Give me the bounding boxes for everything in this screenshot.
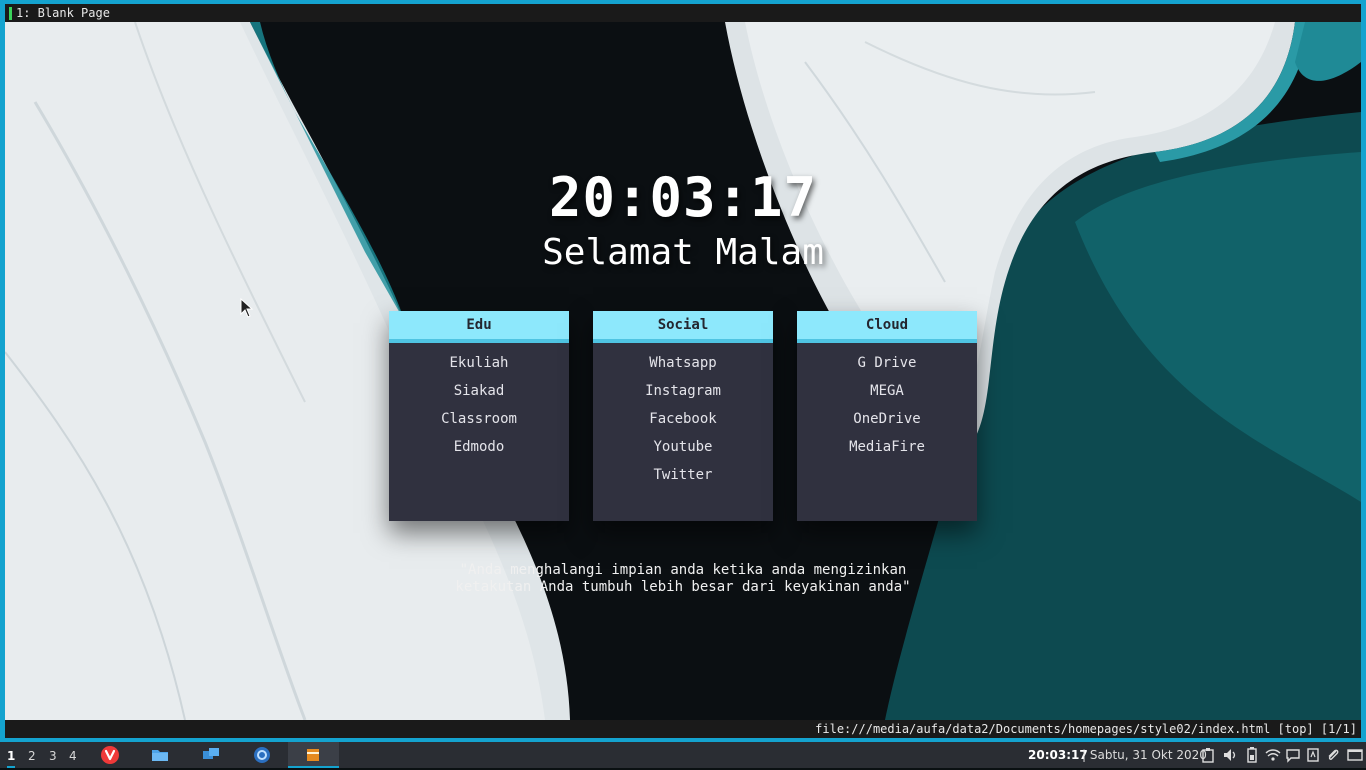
browser-window-frame: 1: Blank Page 20:03:17 Selamat Malam Edu… xyxy=(0,0,1366,742)
attachment-icon[interactable] xyxy=(1325,747,1341,763)
media-player-icon[interactable] xyxy=(303,745,323,765)
card-edu: Edu Ekuliah Siakad Classroom Edmodo xyxy=(389,311,569,521)
link-siakad[interactable]: Siakad xyxy=(389,377,569,405)
system-settings-icon[interactable] xyxy=(252,745,272,765)
taskbar-clock[interactable]: 20:03:17 xyxy=(1028,742,1088,768)
taskbar: 1 2 3 4 20:03:17 | Sabtu, 31 Okt 2020 xyxy=(0,742,1366,768)
card-edu-links: Ekuliah Siakad Classroom Edmodo xyxy=(389,343,569,461)
quote-line-2: ketakutan Anda tumbuh lebih besar dari k… xyxy=(455,579,911,595)
tab-bar: 1: Blank Page xyxy=(5,4,1361,22)
workspace-1[interactable]: 1 xyxy=(7,742,16,768)
workspace-2[interactable]: 2 xyxy=(28,742,36,768)
status-bar: file:///media/aufa/data2/Documents/homep… xyxy=(5,720,1361,738)
wifi-icon[interactable] xyxy=(1265,747,1281,763)
link-instagram[interactable]: Instagram xyxy=(593,377,773,405)
link-youtube[interactable]: Youtube xyxy=(593,433,773,461)
quote-line-1: "Anda menghalangi impian anda ketika and… xyxy=(459,562,907,578)
greeting: Selamat Malam xyxy=(542,232,824,273)
taskbar-date[interactable]: | Sabtu, 31 Okt 2020 xyxy=(1082,742,1207,768)
link-ekuliah[interactable]: Ekuliah xyxy=(389,349,569,377)
show-desktop-icon[interactable] xyxy=(1347,747,1363,763)
link-facebook[interactable]: Facebook xyxy=(593,405,773,433)
card-cloud-links: G Drive MEGA OneDrive MediaFire xyxy=(797,343,977,461)
page-viewport: 20:03:17 Selamat Malam Edu Ekuliah Siaka… xyxy=(5,22,1361,720)
volume-icon[interactable] xyxy=(1222,747,1238,763)
card-social-links: Whatsapp Instagram Facebook Youtube Twit… xyxy=(593,343,773,489)
workspace-4[interactable]: 4 xyxy=(69,742,77,768)
card-edu-title: Edu xyxy=(389,311,569,343)
quote: "Anda menghalangi impian anda ketika and… xyxy=(5,562,1361,596)
link-mediafire[interactable]: MediaFire xyxy=(797,433,977,461)
remote-desktop-icon[interactable] xyxy=(201,745,221,765)
card-cloud: Cloud G Drive MEGA OneDrive MediaFire xyxy=(797,311,977,521)
card-social-title: Social xyxy=(593,311,773,343)
workspace-3[interactable]: 3 xyxy=(49,742,57,768)
tab-title[interactable]: 1: Blank Page xyxy=(16,4,110,22)
vivaldi-icon[interactable] xyxy=(100,745,120,765)
link-g-drive[interactable]: G Drive xyxy=(797,349,977,377)
keyboard-layout-icon[interactable] xyxy=(1305,747,1321,763)
link-edmodo[interactable]: Edmodo xyxy=(389,433,569,461)
clipboard-icon[interactable] xyxy=(1200,747,1216,763)
card-social: Social Whatsapp Instagram Facebook Youtu… xyxy=(593,311,773,521)
link-mega[interactable]: MEGA xyxy=(797,377,977,405)
link-whatsapp[interactable]: Whatsapp xyxy=(593,349,773,377)
link-classroom[interactable]: Classroom xyxy=(389,405,569,433)
file-manager-icon[interactable] xyxy=(150,745,170,765)
link-twitter[interactable]: Twitter xyxy=(593,461,773,489)
clock: 20:03:17 xyxy=(548,166,818,229)
tab-indicator xyxy=(9,7,12,20)
mouse-cursor-icon xyxy=(240,298,254,318)
status-url: file:///media/aufa/data2/Documents/homep… xyxy=(815,722,1357,736)
battery-icon[interactable] xyxy=(1244,747,1260,763)
chat-icon[interactable] xyxy=(1285,747,1301,763)
link-onedrive[interactable]: OneDrive xyxy=(797,405,977,433)
card-cloud-title: Cloud xyxy=(797,311,977,343)
